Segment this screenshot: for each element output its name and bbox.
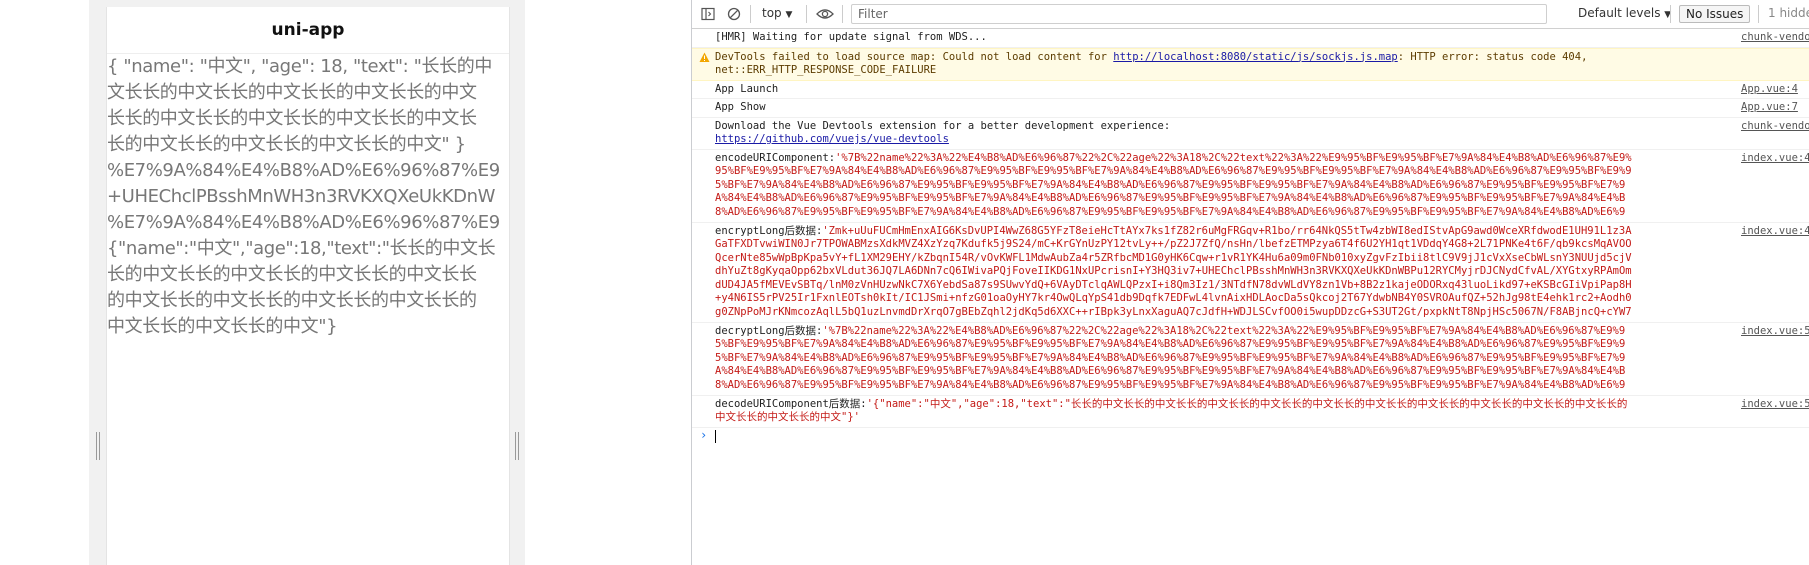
warning-text: DevTools failed to load source map: Coul… — [715, 50, 1114, 63]
message-value: 'Zmk+uUuFUCmHmEnxAIG6KsDvUPI4WwZ68G5YFzT… — [715, 224, 1632, 320]
console-prompt[interactable]: › — [692, 428, 1809, 444]
content-line: {"name":"中文","age":18,"text":"长长的中文长 — [107, 238, 496, 259]
phone-navigation-bar: uni-app — [107, 7, 509, 54]
content-line: +UHEChclPBsshMnWH3n3RVKXQXeUkKDnW — [107, 186, 495, 207]
content-line: { "name": "中文", "age": 18, "text": "长长的中 — [107, 56, 492, 77]
log-levels-dropdown[interactable]: Default levels ▼ — [1578, 6, 1671, 20]
content-line: 文长长的中文长长的中文长长的中文长长的中文 — [107, 82, 477, 103]
context-select-label: top — [762, 6, 782, 20]
console-message: encryptLong后数据:'Zmk+uUuFUCmHmEnxAIG6KsDv… — [692, 223, 1809, 323]
toolbar-separator — [1758, 5, 1759, 23]
console-warning: DevTools failed to load source map: Coul… — [692, 47, 1809, 81]
toolbar-separator — [806, 5, 807, 23]
source-link[interactable]: index.vue:47 — [1741, 225, 1809, 239]
warning-error-code: net::ERR_HTTP_RESPONSE_CODE_FAILURE — [715, 64, 937, 76]
console-message: App Show App.vue:7 — [692, 99, 1809, 118]
sourcemap-link[interactable]: http://localhost:8080/static/js/sockjs.j… — [1113, 51, 1397, 63]
content-line: 长长的中文长长的中文长长的中文长长的中文长 — [107, 108, 477, 129]
console-message: decryptLong后数据:'%7B%22name%22%3A%22%E4%B… — [692, 323, 1809, 396]
source-link[interactable]: App.vue:4 — [1741, 83, 1809, 97]
message-label: encryptLong后数据: — [715, 224, 823, 237]
devtools-console: top ▼ Filter Default levels ▼ No Issues … — [692, 0, 1809, 565]
sidebar-toggle-icon[interactable] — [700, 6, 716, 22]
message-text: [HMR] Waiting for update signal from WDS… — [715, 31, 987, 43]
warning-suffix: : HTTP error: status code 404, — [1397, 50, 1588, 63]
text-caret — [715, 429, 716, 443]
content-line: 长的中文长长的中文长长的中文长长的中文" } — [107, 134, 466, 155]
message-label: decodeURIComponent后数据: — [715, 397, 867, 410]
message-text: App Show — [715, 101, 766, 113]
message-label: decryptLong后数据: — [715, 324, 823, 337]
console-messages: [HMR] Waiting for update signal from WDS… — [692, 29, 1809, 444]
issues-button[interactable]: No Issues — [1679, 5, 1751, 23]
page-title: uni-app — [271, 20, 345, 40]
toolbar-separator — [842, 5, 843, 23]
console-message: Download the Vue Devtools extension for … — [692, 118, 1809, 150]
resize-handle-left[interactable] — [95, 432, 103, 460]
toolbar-separator — [1670, 5, 1671, 23]
warning-icon — [699, 52, 710, 63]
context-select[interactable]: top ▼ — [762, 6, 792, 20]
source-link[interactable]: chunk-vendors.js:10785 — [1741, 120, 1809, 134]
message-value: '%7B%22name%22%3A%22%E4%B8%AD%E6%96%87%2… — [715, 324, 1626, 393]
phone-screen: uni-app { "name": "中文", "age": 18, "text… — [106, 7, 510, 565]
source-link[interactable]: App.vue:7 — [1741, 101, 1809, 115]
filter-placeholder: Filter — [858, 7, 888, 21]
console-message: App Launch App.vue:4 — [692, 81, 1809, 99]
toolbar-separator — [750, 5, 751, 23]
content-line: 中文长长的中文长长的中文"} — [107, 316, 338, 337]
content-line: 长的中文长长的中文长长的中文长长的中文长长 — [107, 264, 477, 285]
hidden-count: 1 hidden — [1768, 6, 1809, 20]
clear-console-icon[interactable] — [726, 6, 742, 22]
simulator-area: uni-app { "name": "中文", "age": 18, "text… — [0, 0, 691, 565]
prompt-chevron-icon: › — [700, 427, 708, 442]
console-message: decodeURIComponent后数据:'{"name":"中文","age… — [692, 396, 1809, 428]
source-link[interactable]: index.vue:51 — [1741, 325, 1809, 339]
content-line: %E7%9A%84%E4%B8%AD%E6%96%87%E9 — [107, 212, 500, 233]
console-toolbar: top ▼ Filter Default levels ▼ No Issues … — [692, 0, 1809, 29]
console-message: [HMR] Waiting for update signal from WDS… — [692, 29, 1809, 48]
message-text: App Launch — [715, 82, 779, 95]
message-text: Download the Vue Devtools extension for … — [715, 119, 1171, 132]
log-levels-label: Default levels — [1578, 6, 1661, 20]
devtools-link[interactable]: https://github.com/vuejs/vue-devtools — [715, 133, 949, 145]
console-message: encodeURIComponent:'%7B%22name%22%3A%22%… — [692, 150, 1809, 223]
source-link[interactable]: chunk-vendors.js:19590 — [1741, 31, 1809, 45]
message-label: encodeURIComponent: — [715, 151, 836, 164]
eye-icon[interactable] — [816, 6, 834, 22]
source-link[interactable]: index.vue:43 — [1741, 152, 1809, 166]
source-link[interactable]: index.vue:53 — [1741, 398, 1809, 412]
phone-content: { "name": "中文", "age": 18, "text": "长长的中… — [107, 54, 509, 340]
chevron-down-icon: ▼ — [785, 10, 793, 20]
filter-input[interactable]: Filter — [851, 4, 1547, 24]
message-value: '%7B%22name%22%3A%22%E4%B8%AD%E6%96%87%2… — [715, 151, 1632, 220]
content-line: %E7%9A%84%E4%B8%AD%E6%96%87%E9 — [107, 160, 500, 181]
resize-handle-right[interactable] — [514, 432, 522, 460]
content-line: 的中文长长的中文长长的中文长长的中文长长的 — [107, 290, 477, 311]
